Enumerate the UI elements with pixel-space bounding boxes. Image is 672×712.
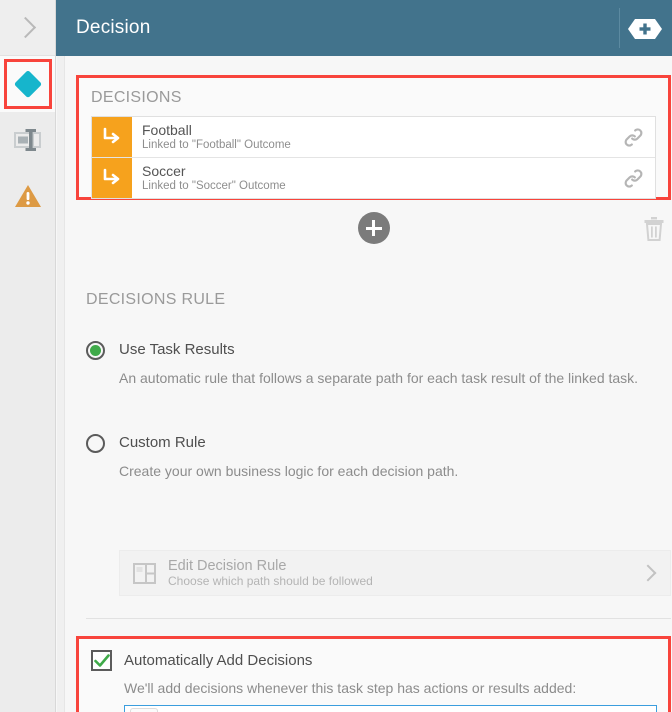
decision-subtitle: Linked to "Football" Outcome	[142, 138, 291, 151]
hexagon-plus-icon	[628, 18, 662, 39]
chain-link-icon	[624, 168, 642, 188]
section-divider	[86, 618, 671, 619]
rule-option-use-task-results[interactable]: Use Task Results An automatic rule that …	[86, 340, 664, 389]
radio-selected-dot	[90, 345, 101, 356]
layout-panel-icon-container	[120, 561, 168, 586]
branch-arrow-icon-container	[92, 158, 132, 198]
decision-title: Soccer	[142, 162, 186, 179]
plus-circle-icon-vertical	[372, 220, 375, 236]
text-field-icon	[13, 129, 41, 151]
radio-custom-rule[interactable]	[86, 434, 105, 453]
decision-link-button[interactable]	[611, 158, 655, 198]
decisions-list: Football Linked to "Football" Outcome So…	[91, 116, 656, 199]
header-divider	[619, 8, 620, 48]
delete-decision-button[interactable]	[639, 214, 669, 244]
radio-use-task-results[interactable]	[86, 341, 105, 360]
decision-row[interactable]: Soccer Linked to "Soccer" Outcome	[92, 158, 655, 198]
edit-decision-rule-button[interactable]: Edit Decision Rule Choose which path sho…	[119, 550, 671, 596]
warning-triangle-icon	[14, 185, 41, 207]
decision-row[interactable]: Football Linked to "Football" Outcome	[92, 117, 655, 158]
decision-link-button[interactable]	[611, 117, 655, 157]
decision-type-select[interactable]: User Decision	[124, 705, 657, 712]
page-title: Decision	[76, 17, 151, 38]
branch-arrow-icon	[103, 168, 120, 185]
collapse-panel-button[interactable]	[0, 0, 55, 56]
add-decision-button[interactable]	[357, 212, 390, 244]
panel-header: Decision	[56, 0, 672, 56]
rail-item-warnings[interactable]	[0, 168, 55, 224]
decision-panel-window: Decision DECISIONS Football Linked to "F…	[0, 0, 672, 712]
rail-item-properties[interactable]	[0, 112, 55, 168]
decisions-section: DECISIONS Football Linked to "Football" …	[76, 75, 671, 200]
auto-add-decisions-section: Automatically Add Decisions We'll add de…	[76, 636, 671, 712]
layout-panel-icon	[132, 562, 156, 584]
rail-item-decision[interactable]	[0, 56, 55, 112]
trash-icon	[644, 217, 664, 241]
edit-rule-text: Edit Decision Rule Choose which path sho…	[168, 558, 630, 589]
content-scroll-gutter[interactable]	[57, 56, 65, 712]
rule-option-custom-rule[interactable]: Custom Rule Create your own business log…	[86, 433, 664, 482]
chevron-right-icon	[14, 16, 37, 39]
auto-add-decisions-checkbox[interactable]	[91, 650, 112, 671]
auto-add-decisions-description: We'll add decisions whenever this task s…	[124, 680, 577, 696]
decision-title: Football	[142, 121, 192, 138]
chevron-right-icon	[639, 564, 657, 582]
user-icon-container	[130, 708, 158, 712]
decision-subtitle: Linked to "Soccer" Outcome	[142, 179, 286, 192]
rule-option-description: An automatic rule that follows a separat…	[119, 370, 639, 386]
rule-option-description: Create your own business logic for each …	[119, 463, 459, 479]
decisions-section-label: DECISIONS	[91, 89, 182, 106]
add-step-button[interactable]	[623, 16, 667, 41]
decision-row-text: Soccer Linked to "Soccer" Outcome	[132, 158, 611, 198]
auto-add-decisions-label: Automatically Add Decisions	[124, 652, 313, 669]
edit-rule-subtitle: Choose which path should be followed	[168, 573, 373, 588]
branch-arrow-icon-container	[92, 117, 132, 157]
decision-row-text: Football Linked to "Football" Outcome	[132, 117, 611, 157]
edit-rule-title: Edit Decision Rule	[168, 557, 287, 574]
edit-rule-chevron	[630, 564, 670, 582]
branch-arrow-icon	[103, 127, 120, 144]
rule-section-label: DECISIONS RULE	[86, 291, 226, 308]
rule-option-row: Custom Rule	[86, 433, 664, 453]
panel-content: DECISIONS Football Linked to "Football" …	[57, 56, 672, 712]
highlight-box-rail-decision	[4, 59, 52, 109]
rule-option-title: Use Task Results	[119, 341, 235, 358]
rule-option-title: Custom Rule	[119, 434, 206, 451]
check-icon	[93, 653, 110, 667]
chain-link-icon	[624, 127, 642, 147]
decisions-toolbar	[76, 206, 671, 254]
rule-option-row: Use Task Results	[86, 340, 664, 360]
left-rail	[0, 0, 56, 712]
